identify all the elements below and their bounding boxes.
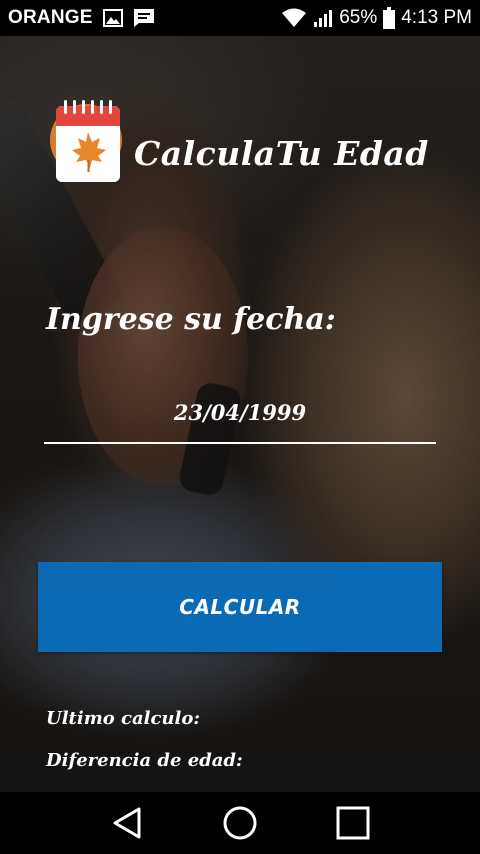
wifi-icon — [281, 8, 307, 28]
status-bar: ORANGE 65% 4:13 PM — [0, 0, 480, 36]
home-icon[interactable] — [218, 801, 262, 845]
battery-icon — [383, 7, 396, 29]
message-icon — [133, 8, 155, 28]
app-title: CalculaTu Edad — [134, 134, 429, 173]
calculate-button[interactable]: CALCULAR — [38, 562, 442, 652]
signal-icon — [313, 8, 333, 28]
battery-percent: 65% — [339, 7, 378, 28]
status-right: 65% 4:13 PM — [281, 7, 472, 29]
calendar-leaf-icon — [50, 96, 128, 184]
date-label: Ingrese su fecha: — [46, 302, 336, 337]
recents-icon[interactable] — [331, 801, 375, 845]
clock: 4:13 PM — [401, 7, 472, 28]
carrier-name: ORANGE — [8, 7, 93, 28]
image-icon — [102, 9, 123, 27]
last-calculation-label: Ultimo calculo: — [46, 708, 201, 729]
navigation-bar — [0, 792, 480, 854]
date-value: 23/04/1999 — [173, 399, 307, 425]
status-left: ORANGE — [8, 7, 155, 29]
calculate-button-label: CALCULAR — [179, 595, 301, 619]
age-difference-label: Diferencia de edad: — [46, 750, 243, 771]
date-input[interactable]: 23/04/1999 — [44, 392, 436, 444]
back-icon[interactable] — [105, 801, 149, 845]
